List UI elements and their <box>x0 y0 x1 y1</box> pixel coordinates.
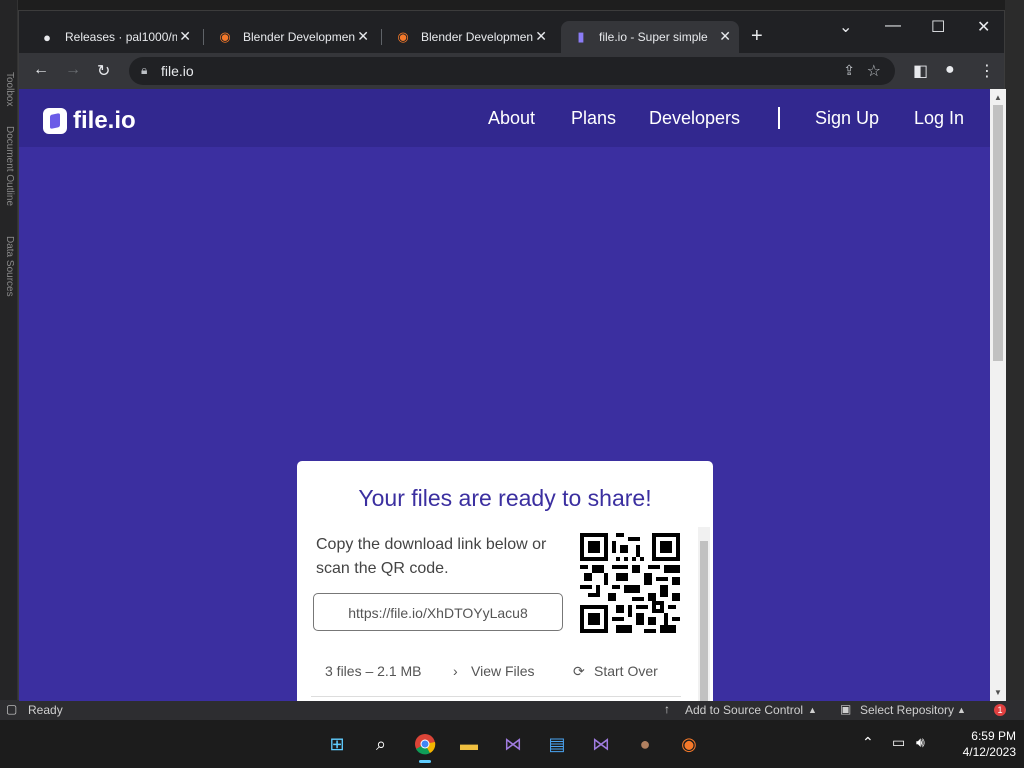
close-window-icon[interactable]: ✕ <box>977 17 990 37</box>
card-scrollbar[interactable] <box>698 527 710 701</box>
scroll-down-icon[interactable]: ▼ <box>994 688 1002 697</box>
url-text[interactable]: file.io <box>161 63 194 79</box>
minimize-icon[interactable]: — <box>885 17 901 35</box>
side-panel-icon[interactable]: ◧ <box>913 61 928 81</box>
tab-strip: ● Releases · pal1000/mesa-dist-win ✕ ◉ B… <box>19 11 1004 53</box>
bookmark-star-icon[interactable]: ☆ <box>867 61 881 81</box>
network-icon[interactable]: ▭ <box>892 734 905 751</box>
page-viewport: file.io About Plans Developers Sign Up L… <box>19 89 990 701</box>
card-description: Copy the download link below or scan the… <box>316 536 547 577</box>
caret-up-icon: ▲ <box>957 705 966 715</box>
close-icon[interactable]: ✕ <box>357 28 369 45</box>
search-icon[interactable]: ⌕ <box>369 732 393 756</box>
nav-sign-up[interactable]: Sign Up <box>815 108 879 129</box>
tab-blender-dev-2[interactable]: ◉ Blender Development ✕ <box>383 21 555 53</box>
tab-github-releases[interactable]: ● Releases · pal1000/mesa-dist-win ✕ <box>27 21 199 53</box>
fileio-icon: ▮ <box>577 29 585 44</box>
scroll-up-icon[interactable]: ▲ <box>994 93 1002 102</box>
toolbox-tab[interactable]: Toolbox <box>4 72 15 106</box>
tab-title: file.io - Super simple file sharing <box>599 30 711 44</box>
site-header: file.io About Plans Developers Sign Up L… <box>19 89 990 147</box>
tab-search-icon[interactable]: ⌄ <box>839 17 852 37</box>
caret-up-icon: ▲ <box>808 705 817 715</box>
browser-toolbar: ← → ↻ 🔒︎ file.io ⇪ ☆ ◧ ● ⋮ <box>19 53 1004 89</box>
volume-icon[interactable]: 🔊︎ <box>916 734 925 751</box>
files-summary: 3 files – 2.1 MB <box>325 663 422 679</box>
fileio-logo-icon <box>43 108 67 134</box>
notification-badge[interactable]: 1 <box>994 704 1006 716</box>
tab-title: Blender Development <box>421 30 533 44</box>
nav-divider <box>778 107 780 129</box>
ide-status-bar: ▢ Ready ↑ Add to Source Control ▲ ▣ Sele… <box>0 700 1024 720</box>
view-files-button[interactable]: View Files <box>471 663 535 679</box>
data-sources-tab[interactable]: Data Sources <box>4 236 15 297</box>
tab-fileio[interactable]: ▮ file.io - Super simple file sharing ✕ <box>561 21 739 53</box>
maximize-icon[interactable]: ☐ <box>931 17 945 37</box>
visual-studio-icon[interactable]: ⋈ <box>501 732 525 756</box>
nav-about[interactable]: About <box>488 108 535 129</box>
clock-date: 4/12/2023 <box>962 745 1016 759</box>
tab-separator <box>381 29 382 45</box>
nav-developers[interactable]: Developers <box>649 108 740 129</box>
new-tab-icon[interactable]: + <box>751 25 763 48</box>
share-card: Your files are ready to share! Copy the … <box>297 461 713 701</box>
status-icon: ▢ <box>6 702 18 716</box>
close-icon[interactable]: ✕ <box>719 28 731 45</box>
reload-icon[interactable]: ↻ <box>97 61 110 81</box>
tab-title: Blender Development <box>243 30 355 44</box>
qr-code <box>580 533 680 633</box>
lock-icon[interactable]: 🔒︎ <box>141 63 147 78</box>
notepad-icon[interactable]: ▤ <box>545 732 569 756</box>
page-scrollbar-thumb[interactable] <box>993 105 1003 361</box>
tab-title: Releases · pal1000/mesa-dist-win <box>65 30 177 44</box>
card-footer: 3 files – 2.1 MB › View Files ⟳ Start Ov… <box>297 659 713 683</box>
blender-icon: ◉ <box>219 29 231 44</box>
fileio-logo[interactable]: file.io <box>43 107 136 135</box>
nav-plans[interactable]: Plans <box>571 108 616 129</box>
ide-side-panel: Toolbox Document Outline Data Sources <box>0 0 18 700</box>
coffee-app-icon[interactable]: ● <box>633 732 657 756</box>
nav-log-in[interactable]: Log In <box>914 108 964 129</box>
chevron-right-icon[interactable]: › <box>453 663 458 679</box>
repository-icon: ▣ <box>840 702 852 716</box>
status-text: Ready <box>28 703 63 717</box>
chrome-icon[interactable] <box>413 732 437 763</box>
menu-icon[interactable]: ⋮ <box>979 61 995 81</box>
card-scrollbar-thumb[interactable] <box>700 541 708 701</box>
share-icon[interactable]: ⇪ <box>843 62 855 79</box>
clock-time: 6:59 PM <box>971 729 1016 743</box>
blender-icon[interactable]: ◉ <box>677 732 701 756</box>
close-icon[interactable]: ✕ <box>535 28 547 45</box>
taskbar-clock[interactable]: 6:59 PM 4/12/2023 <box>944 728 1016 760</box>
close-icon[interactable]: ✕ <box>179 28 191 45</box>
forward-icon[interactable]: → <box>65 61 81 79</box>
tab-separator <box>203 29 204 45</box>
windows-taskbar: ⊞ ⌕ ▬ ⋈ ▤ ⋈ ● ◉ ⌃ ▭ 🔊︎ 6:59 PM 4/12/2023 <box>0 720 1024 768</box>
page-scrollbar[interactable]: ▲ ▼ <box>990 89 1006 701</box>
tab-blender-dev-1[interactable]: ◉ Blender Development ✕ <box>205 21 377 53</box>
card-title: Your files are ready to share! <box>358 485 652 511</box>
start-over-button[interactable]: Start Over <box>594 663 658 679</box>
address-bar[interactable]: 🔒︎ file.io ⇪ ☆ <box>129 57 895 85</box>
browser-window: ● Releases · pal1000/mesa-dist-win ✕ ◉ B… <box>18 10 1006 701</box>
windows-start-icon[interactable]: ⊞ <box>325 732 349 756</box>
select-repository[interactable]: Select Repository <box>860 703 954 717</box>
github-icon: ● <box>43 29 51 45</box>
download-link-field[interactable]: https://file.io/XhDTOYyLacu8 <box>313 593 563 631</box>
ide-right-panel <box>1005 0 1024 700</box>
blender-icon: ◉ <box>397 29 409 44</box>
visual-studio-icon[interactable]: ⋈ <box>589 732 613 756</box>
arrow-up-icon: ↑ <box>664 702 670 716</box>
profile-icon[interactable]: ● <box>945 61 955 79</box>
document-outline-tab[interactable]: Document Outline <box>4 126 15 206</box>
chevron-up-icon[interactable]: ⌃ <box>862 734 874 751</box>
chrome-logo-icon <box>415 734 436 755</box>
card-divider <box>311 696 681 697</box>
back-icon[interactable]: ← <box>33 61 49 79</box>
refresh-icon[interactable]: ⟳ <box>573 663 585 680</box>
add-to-source-control[interactable]: Add to Source Control <box>685 703 803 717</box>
file-explorer-icon[interactable]: ▬ <box>457 732 481 756</box>
logo-text: file.io <box>73 107 136 134</box>
